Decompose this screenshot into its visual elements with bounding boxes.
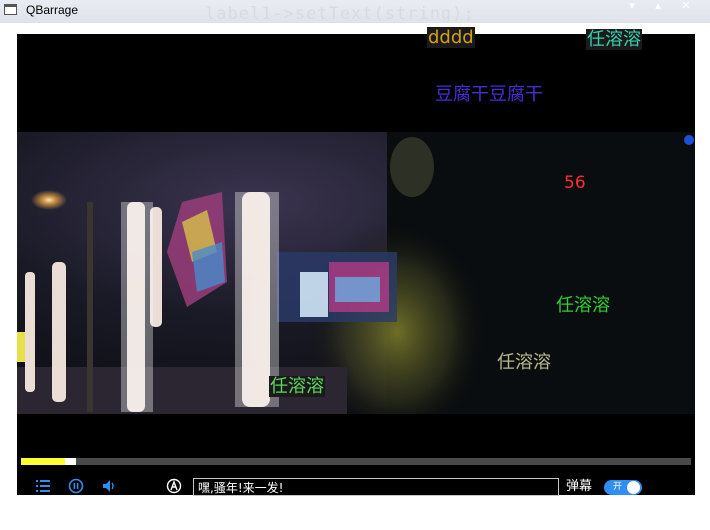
playlist-icon[interactable] bbox=[35, 478, 51, 498]
danmu-label: 弹幕 bbox=[566, 479, 593, 494]
barrage-comment: 任溶溶 bbox=[269, 376, 325, 397]
maximize-icon[interactable]: ▴ bbox=[645, 0, 671, 12]
title-bar: QBarrage label1->setText(string); ▾ ▴ ✕ bbox=[0, 0, 710, 24]
barrage-comment-text: 56 bbox=[564, 173, 586, 193]
comment-input[interactable] bbox=[193, 478, 559, 496]
background-code-fragment: label1->setText(string); bbox=[205, 4, 475, 24]
progress-buffer bbox=[65, 458, 76, 465]
barrage-comment-text: 任溶溶 bbox=[497, 352, 551, 373]
font-style-icon[interactable] bbox=[166, 478, 182, 498]
progress-bar[interactable] bbox=[21, 458, 691, 465]
barrage-comment: 任溶溶 bbox=[497, 353, 551, 373]
volume-icon[interactable] bbox=[101, 478, 117, 498]
toggle-knob bbox=[627, 481, 640, 494]
barrage-comment: 任溶溶 bbox=[586, 29, 642, 50]
minimize-icon[interactable]: ▾ bbox=[619, 0, 645, 12]
window-title: QBarrage bbox=[26, 3, 79, 17]
app-window-icon bbox=[4, 4, 17, 15]
barrage-comment-text: 任溶溶 bbox=[556, 295, 610, 316]
danmu-toggle-state: 开 bbox=[613, 482, 623, 492]
barrage-comment-text: 豆腐干豆腐干 bbox=[435, 84, 543, 105]
barrage-comment: 任溶溶 bbox=[556, 296, 610, 316]
barrage-comment: 56 bbox=[564, 173, 586, 193]
barrage-comment: 豆腐干豆腐干 bbox=[435, 85, 543, 105]
video-frame bbox=[17, 132, 695, 414]
barrage-comment-text: 任溶溶 bbox=[586, 29, 642, 50]
danmu-toggle[interactable]: 开 bbox=[604, 480, 642, 495]
night-scene-image bbox=[17, 132, 695, 414]
barrage-comment: dddd bbox=[427, 27, 475, 48]
progress-played bbox=[21, 458, 65, 465]
video-player[interactable]: dddd 任溶溶 豆腐干豆腐干 56 任溶溶 任溶溶 任溶溶 嘿,骚年!来一发!… bbox=[17, 27, 695, 498]
barrage-comment-text: dddd bbox=[427, 27, 475, 48]
close-icon[interactable]: ✕ bbox=[672, 0, 700, 12]
barrage-comment-text: 任溶溶 bbox=[269, 376, 325, 397]
pause-icon[interactable] bbox=[68, 478, 84, 498]
